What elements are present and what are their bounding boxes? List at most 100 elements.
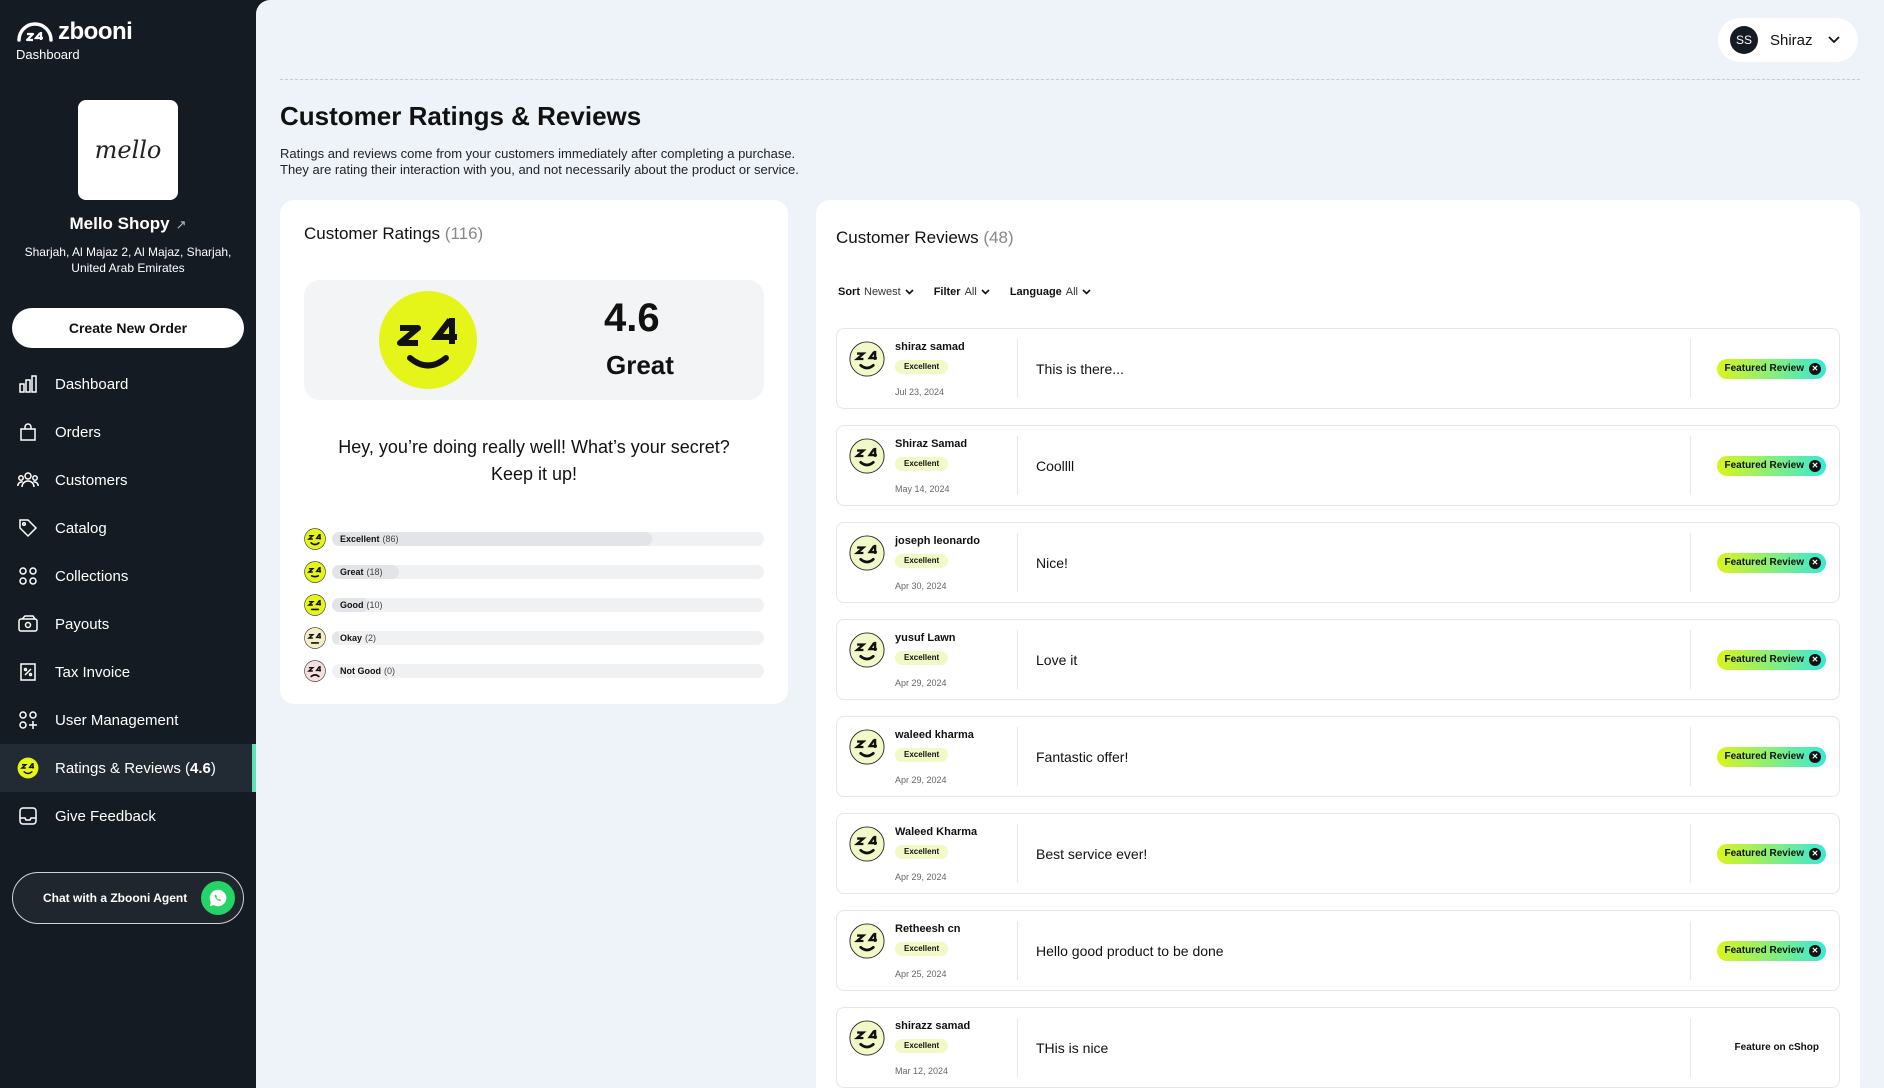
close-icon[interactable]: ✕ xyxy=(1809,945,1821,957)
review-item[interactable]: yusuf Lawn Excellent Apr 29, 2024 Love it Fe… xyxy=(836,619,1840,700)
rating-face-good-icon xyxy=(304,593,326,616)
feature-on-cshop-button[interactable]: Feature on cShop xyxy=(1735,1042,1819,1053)
rating-bar-track: Good (10) xyxy=(332,597,764,612)
review-item[interactable]: shiraz samad Excellent Jul 23, 2024 This is… xyxy=(836,328,1840,409)
sort-dropdown[interactable]: Sort Newest xyxy=(838,286,914,298)
sidebar-item-collections[interactable]: Collections xyxy=(0,552,256,600)
sidebar-item-orders[interactable]: Orders xyxy=(0,408,256,456)
create-new-order-button[interactable]: Create New Order xyxy=(12,308,244,348)
page-description-line: They are rating their interaction with y… xyxy=(280,162,799,177)
close-icon[interactable]: ✕ xyxy=(1809,460,1821,472)
rating-breakdown-row: Excellent (86) xyxy=(304,522,764,555)
page-description-line: Ratings and reviews come from your custo… xyxy=(280,146,796,161)
featured-review-tag[interactable]: Featured Review ✕ xyxy=(1716,941,1826,961)
rating-score-label: Great xyxy=(606,350,674,380)
rating-face-great-icon xyxy=(304,560,326,583)
rating-bar-label: Good (10) xyxy=(340,599,383,610)
review-item[interactable]: Shiraz Samad Excellent May 14, 2024 Coollll… xyxy=(836,425,1840,506)
customer-ratings-card: Customer Ratings (116) 4.6 Great Hey, yo… xyxy=(280,200,788,704)
filter-dropdown[interactable]: Filter All xyxy=(934,286,990,298)
close-icon[interactable]: ✕ xyxy=(1809,557,1821,569)
review-filters: Sort Newest Filter All Language All xyxy=(838,286,1091,298)
chat-with-agent-button[interactable]: Chat with a Zbooni Agent xyxy=(12,872,244,924)
brand-name: zbooni xyxy=(58,18,133,45)
bar-chart-icon xyxy=(17,373,39,395)
reviewer-face-icon xyxy=(849,438,885,474)
review-item[interactable]: Waleed Kharma Excellent Apr 29, 2024 Best s… xyxy=(836,813,1840,894)
user-name: Shiraz xyxy=(1770,31,1813,49)
rating-breakdown-row: Great (18) xyxy=(304,555,764,588)
review-divider xyxy=(1690,436,1691,495)
sidebar-item-catalog[interactable]: Catalog xyxy=(0,504,256,552)
rating-bar-label: Okay (2) xyxy=(340,632,377,643)
review-list: shiraz samad Excellent Jul 23, 2024 This is… xyxy=(836,328,1840,1088)
sidebar-item-label: Catalog xyxy=(55,519,107,537)
rating-badge: Excellent xyxy=(895,554,949,568)
close-icon[interactable]: ✕ xyxy=(1809,751,1821,763)
sidebar-item-label: Give Feedback xyxy=(55,807,156,825)
rating-breakdown-row: Not Good (0) xyxy=(304,654,764,687)
rating-badge: Excellent xyxy=(895,457,949,471)
sidebar-item-tax-invoice[interactable]: Tax Invoice xyxy=(0,648,256,696)
close-icon[interactable]: ✕ xyxy=(1809,654,1821,666)
review-text: Nice! xyxy=(1036,555,1068,571)
user-management-icon xyxy=(17,709,39,731)
review-date: Apr 30, 2024 xyxy=(895,581,947,591)
external-link-icon[interactable]: ↗ xyxy=(176,217,187,233)
rating-face-notgood-icon xyxy=(304,659,326,682)
reviewer-name: Waleed Kharma xyxy=(895,826,978,838)
rating-bar-label: Great (18) xyxy=(340,566,383,577)
shop-name-label: Mello Shopy xyxy=(69,214,170,233)
feedback-icon xyxy=(17,805,39,827)
sidebar-item-ratings-reviews[interactable]: Ratings & Reviews (4.6) xyxy=(0,744,256,792)
brand-logo[interactable]: zbooni xyxy=(16,18,133,46)
sidebar-item-label: Ratings & Reviews (4.6) xyxy=(55,759,216,777)
review-item[interactable]: joseph leonardo Excellent Apr 30, 2024 Nice… xyxy=(836,522,1840,603)
shop-name[interactable]: Mello Shopy ↗ xyxy=(0,214,256,234)
rating-face-icon xyxy=(379,291,477,389)
featured-review-tag[interactable]: Featured Review ✕ xyxy=(1716,456,1826,476)
reviewer-name: yusuf Lawn xyxy=(895,632,956,644)
review-text: Best service ever! xyxy=(1036,846,1148,862)
rating-score: 4.6 xyxy=(604,296,660,340)
review-date: Apr 29, 2024 xyxy=(895,872,947,882)
reviewer-name: joseph leonardo xyxy=(895,535,980,547)
rating-bar-track: Excellent (86) xyxy=(332,531,764,546)
featured-review-tag[interactable]: Featured Review ✕ xyxy=(1716,553,1826,573)
sidebar-item-dashboard[interactable]: Dashboard xyxy=(0,360,256,408)
featured-review-tag[interactable]: Featured Review ✕ xyxy=(1716,747,1826,767)
sidebar-item-customers[interactable]: Customers xyxy=(0,456,256,504)
sidebar-item-give-feedback[interactable]: Give Feedback xyxy=(0,792,256,840)
reviewer-name: waleed kharma xyxy=(895,729,974,741)
chevron-down-icon xyxy=(905,289,914,295)
language-dropdown[interactable]: Language All xyxy=(1010,286,1091,298)
chevron-down-icon xyxy=(1082,289,1091,295)
close-icon[interactable]: ✕ xyxy=(1809,848,1821,860)
sidebar-item-user-management[interactable]: User Management xyxy=(0,696,256,744)
featured-review-tag[interactable]: Featured Review ✕ xyxy=(1716,650,1826,670)
review-item[interactable]: Retheesh cn Excellent Apr 25, 2024 Hello go… xyxy=(836,910,1840,991)
review-item[interactable]: waleed kharma Excellent Apr 29, 2024 Fantas… xyxy=(836,716,1840,797)
user-menu[interactable]: SS Shiraz xyxy=(1718,18,1858,62)
rating-badge: Excellent xyxy=(895,360,949,374)
review-divider xyxy=(1690,630,1691,689)
rating-badge: Excellent xyxy=(895,845,949,859)
reviewer-face-icon xyxy=(849,826,885,862)
sidebar-item-label: Payouts xyxy=(55,615,110,633)
page-description: Ratings and reviews come from your custo… xyxy=(280,146,799,178)
rating-face-excellent-icon xyxy=(304,527,326,550)
rating-bar-label: Excellent (86) xyxy=(340,533,399,544)
page-title: Customer Ratings & Reviews xyxy=(280,101,642,131)
shopping-bag-icon xyxy=(17,421,39,443)
rating-bar-fill xyxy=(332,630,340,645)
featured-review-tag[interactable]: Featured Review ✕ xyxy=(1716,844,1826,864)
review-divider xyxy=(1690,921,1691,980)
review-item[interactable]: shirazz samad Excellent Mar 12, 2024 THis i… xyxy=(836,1007,1840,1088)
chevron-down-icon xyxy=(981,289,990,295)
featured-review-tag[interactable]: Featured Review ✕ xyxy=(1716,359,1826,379)
sidebar-item-payouts[interactable]: Payouts xyxy=(0,600,256,648)
reviewer-name: Shiraz Samad xyxy=(895,438,968,450)
avatar: SS xyxy=(1730,26,1758,54)
close-icon[interactable]: ✕ xyxy=(1809,363,1821,375)
main-content: SS Shiraz Customer Ratings & Reviews Rat… xyxy=(256,0,1884,1088)
